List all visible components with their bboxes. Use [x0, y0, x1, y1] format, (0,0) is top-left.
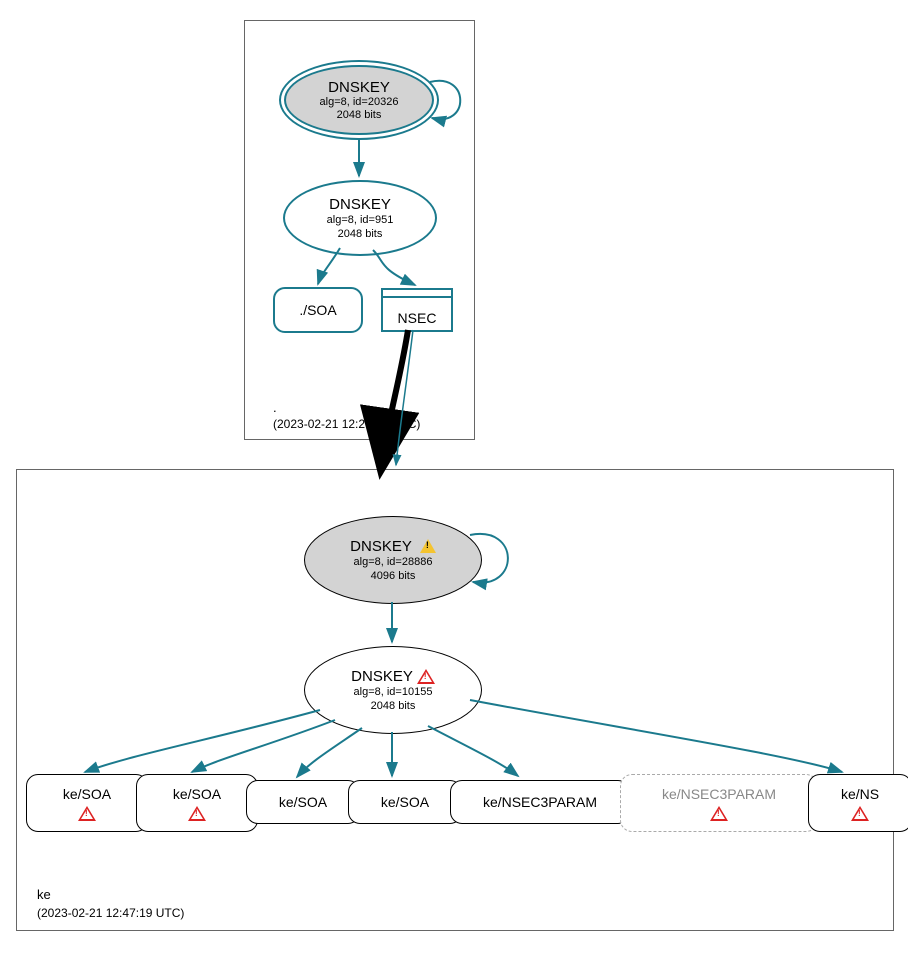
error-icon — [851, 806, 869, 821]
dnssec-diagram: . (2023-02-21 12:26:18 UTC) DNSKEY alg=8… — [10, 10, 898, 935]
ke-zsk-node: DNSKEY alg=8, id=10155 2048 bits — [304, 646, 482, 734]
root-soa-label: ./SOA — [299, 302, 336, 318]
ke-ksk-line2: 4096 bits — [371, 570, 416, 583]
root-ksk-line2: 2048 bits — [337, 109, 382, 122]
error-icon — [710, 806, 728, 821]
root-nsec-node: NSEC — [381, 288, 453, 332]
error-icon — [78, 806, 96, 821]
ke-nsec3param-2: ke/NSEC3PARAM — [620, 774, 818, 832]
ke-soa-2-label: ke/SOA — [173, 786, 221, 802]
error-icon — [188, 806, 206, 821]
zone-ke-timestamp: (2023-02-21 12:47:19 UTC) — [37, 906, 184, 920]
root-ksk-title: DNSKEY — [328, 79, 390, 96]
zone-root-timestamp: (2023-02-21 12:26:18 UTC) — [273, 417, 420, 431]
ke-ns-label: ke/NS — [841, 786, 879, 802]
root-zsk-node: DNSKEY alg=8, id=951 2048 bits — [283, 180, 437, 256]
error-icon — [417, 669, 435, 684]
root-soa-node: ./SOA — [273, 287, 363, 333]
ke-soa-3: ke/SOA — [246, 780, 360, 824]
ke-zsk-title: DNSKEY — [351, 668, 413, 685]
ke-soa-2: ke/SOA — [136, 774, 258, 832]
ke-soa-3-label: ke/SOA — [279, 794, 327, 810]
ke-zsk-line2: 2048 bits — [371, 700, 416, 713]
warning-icon — [420, 539, 436, 553]
ke-nsec3param-1: ke/NSEC3PARAM — [450, 780, 630, 824]
ke-soa-4-label: ke/SOA — [381, 794, 429, 810]
ke-zsk-line1: alg=8, id=10155 — [354, 686, 433, 699]
ke-ksk-line1: alg=8, id=28886 — [354, 556, 433, 569]
root-zsk-title: DNSKEY — [329, 196, 391, 213]
ke-nsec3param-2-label: ke/NSEC3PARAM — [662, 786, 776, 802]
ke-ksk-node: DNSKEY alg=8, id=28886 4096 bits — [304, 516, 482, 604]
ke-soa-4: ke/SOA — [348, 780, 462, 824]
root-zsk-line2: 2048 bits — [338, 228, 383, 241]
ke-soa-1: ke/SOA — [26, 774, 148, 832]
ke-nsec3param-1-label: ke/NSEC3PARAM — [483, 794, 597, 810]
ke-ksk-title: DNSKEY — [350, 538, 412, 555]
root-ksk-line1: alg=8, id=20326 — [320, 96, 399, 109]
zone-root-name: . — [273, 400, 277, 415]
root-nsec-label: NSEC — [383, 310, 451, 326]
ke-ns: ke/NS — [808, 774, 908, 832]
root-ksk-node: DNSKEY alg=8, id=20326 2048 bits — [279, 60, 439, 140]
root-zsk-line1: alg=8, id=951 — [327, 214, 394, 227]
ke-soa-1-label: ke/SOA — [63, 786, 111, 802]
zone-ke-name: ke — [37, 887, 51, 902]
